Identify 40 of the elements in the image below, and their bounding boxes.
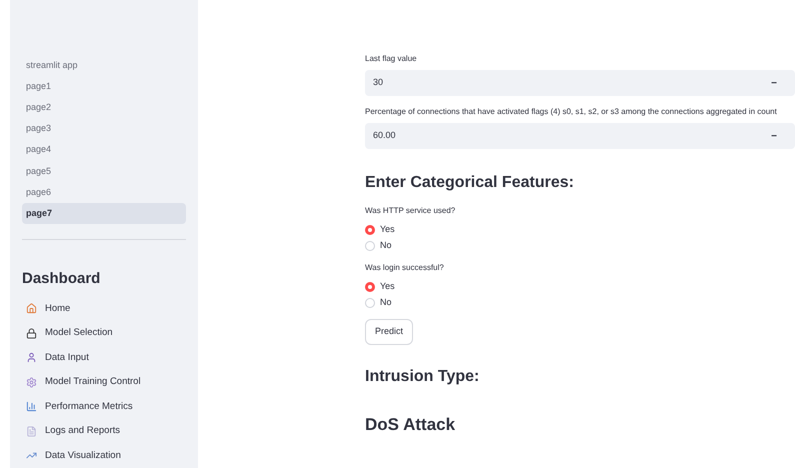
dashboard-title: Dashboard <box>22 269 102 290</box>
page-link[interactable]: page1 <box>22 76 186 98</box>
page-link[interactable]: page2 <box>22 97 186 118</box>
page-link[interactable]: streamlit app <box>22 55 186 76</box>
dashboard-link[interactable]: Data Input <box>45 350 89 365</box>
field-label: Percentage of connections that have activated flags (4) s0, s1, s2, or s3 among the connections aggregated in count <box>365 106 778 118</box>
section-heading: Intrusion Type: <box>365 367 480 387</box>
radio-group-label: Was login successful? <box>365 262 445 274</box>
decrement-button[interactable]: − <box>771 76 787 90</box>
result-text: DoS Attack <box>365 414 456 436</box>
lock-icon <box>26 328 37 339</box>
radio-button[interactable] <box>365 225 375 235</box>
gear-icon <box>26 376 37 388</box>
decrement-button[interactable]: − <box>771 128 787 144</box>
predict-button[interactable]: Predict <box>365 319 414 345</box>
dashboard-link[interactable]: Model Training Control <box>45 375 141 390</box>
number-input[interactable]: 30 − <box>365 70 795 96</box>
radio-label: Yes <box>380 280 395 294</box>
page-link[interactable]: page3 <box>22 118 186 140</box>
page-link[interactable]: page7 <box>22 202 186 224</box>
field-label: Last flag value <box>365 53 418 65</box>
page-link[interactable]: page5 <box>22 160 186 182</box>
radio-label: No <box>380 296 392 310</box>
person-icon <box>26 352 37 364</box>
radio-group-label: Was HTTP service used? <box>365 205 456 217</box>
radio-label: No <box>380 239 392 252</box>
document-icon <box>26 426 37 437</box>
section-heading: Enter Categorical Features: <box>365 173 575 193</box>
radio-label: Yes <box>380 223 395 236</box>
number-input[interactable]: 60.00 − <box>365 123 795 149</box>
dashboard-link[interactable]: Performance Metrics <box>45 400 133 414</box>
dashboard-link[interactable]: Home <box>45 302 70 316</box>
home-icon <box>26 303 37 314</box>
dashboard-link[interactable]: Logs and Reports <box>45 424 120 438</box>
bar-chart-icon <box>26 401 37 412</box>
radio-button[interactable] <box>365 282 375 292</box>
dashboard-link[interactable]: Data Visualization <box>45 448 121 463</box>
page-link[interactable]: page6 <box>22 182 186 203</box>
dashboard-link[interactable]: Model Selection <box>45 326 113 340</box>
page-link[interactable]: page4 <box>22 140 186 161</box>
